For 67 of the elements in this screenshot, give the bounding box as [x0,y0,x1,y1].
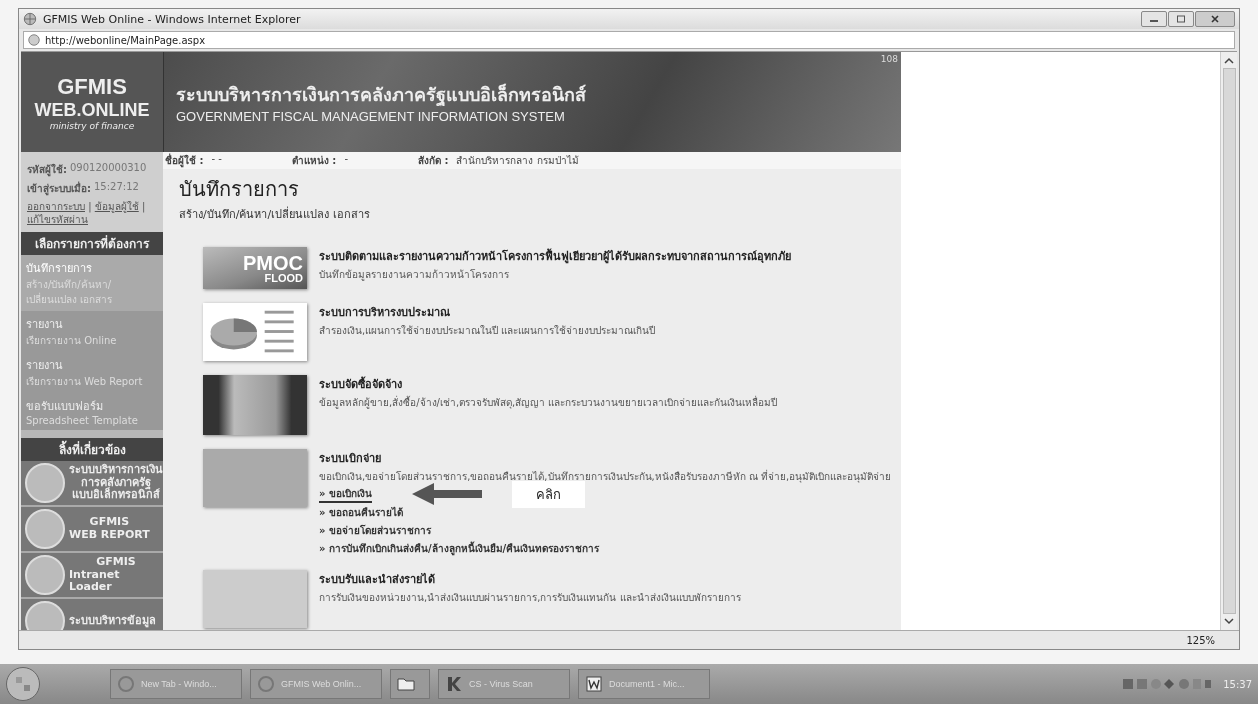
maximize-button[interactable] [1168,11,1194,27]
minimize-button[interactable] [1141,11,1167,27]
vertical-scrollbar[interactable] [1220,52,1237,630]
pmoc-flood-logo[interactable]: PMOC FLOOD [203,247,307,289]
link-separator: | [141,201,146,212]
user-id-label: รหัสผู้ใช้: [27,162,67,177]
module-link[interactable]: » ขอจ่ายโดยส่วนราชการ [319,522,431,538]
module-link[interactable]: » ขอเบิกเงิน [319,485,372,503]
menu-heading: เลือกรายการที่ต้องการ [21,232,163,255]
info-value: สำนักบริหารกลาง กรมป่าไม้ [456,154,579,168]
module-description: ข้อมูลหลักผู้ขาย,สั่งซื้อ/จ้าง/เช่า,ตรวจรับพัสดุ,สัญญา และกระบวนงานขยายเวลาเบิกจ่ายและกันเงินเหลื่อมปี [319,395,778,410]
related-link-banner[interactable]: ระบบบริหารการเงิน การคลังภาครัฐ แบบอิเล็กทรอนิกส์ [21,461,163,507]
pointing-arrow-icon [411,483,482,505]
info-label: ชื่อผู้ใช้ : [165,153,204,168]
window-title: GFMIS Web Online - Windows Internet Explorer [43,12,302,26]
scroll-up-icon[interactable] [1223,56,1235,64]
module-title[interactable]: ระบบการบริหารงบประมาณ [319,303,656,321]
photo-placeholder[interactable] [203,375,307,435]
globe-icon [27,33,41,47]
user-link[interactable]: แก้ไขรหัสผ่าน [27,214,88,225]
module-description: สำรองเงิน,แผนการใช้จ่ายงบประมาณในปี และแผนการใช้จ่ายงบประมาณเกินปี [319,324,656,338]
related-link-banner[interactable]: GFMIS Intranet Loader [21,553,163,599]
k-logo-icon [445,675,463,693]
server-code: 108 [880,54,898,64]
close-icon [1210,14,1220,24]
module-title[interactable]: ระบบจัดซื้อจัดจ้าง [319,375,778,393]
address-bar[interactable]: http://webonline/MainPage.aspx [23,31,1235,49]
related-link-banner[interactable]: ระบบบริหารข้อมูล [21,599,163,630]
login-time-value: 15:27:12 [94,181,139,194]
user-link[interactable]: ข้อมูลผู้ใช้ [94,201,139,212]
info-label: ตำแหน่ง : [291,154,337,168]
related-links-heading: ลิ้งที่เกี่ยวข้อง [21,438,163,461]
scroll-down-icon[interactable] [1223,618,1235,626]
address-text: http://webonline/MainPage.aspx [45,34,206,46]
close-button[interactable] [1195,11,1235,27]
maximize-icon [1176,14,1186,24]
document-icon [585,675,603,693]
start-logo-icon [13,674,33,694]
system-title-english: GOVERNMENT FISCAL MANAGEMENT INFORMATION SYSTEM [176,109,566,124]
page-title: บันทึกรายการ [179,176,300,203]
start-button[interactable] [6,667,40,701]
taskbar-button[interactable] [390,669,430,699]
related-link-banner[interactable]: GFMIS WEB REPORT [21,507,163,553]
annotation-label: คลิก [511,480,585,508]
globe-icon [257,675,275,693]
module-title[interactable]: ระบบรับและนำส่งรายได้ [319,570,741,588]
module-description: การรับเงินของหน่วยงาน,นำส่งเงินแบบผ่านรายการ,การรับเงินแทนกัน และนำส่งเงินแบบพักรายการ [319,591,741,605]
info-value: - - [211,153,222,166]
info-value: - [344,153,348,166]
login-time-label: เข้าสู่ระบบเมื่อ: [27,181,91,196]
globe-icon [117,675,135,693]
folder-icon [397,675,415,693]
gfmis-logo: GFMIS WEB.ONLINE ministry of finance [21,52,164,152]
module-link[interactable]: » ขอถอนคืนรายได้ [319,504,403,520]
page-subtitle: สร้าง/บันทึก/ค้นหา/เปลี่ยนแปลง เอกสาร [179,205,371,223]
link-separator: | [88,201,92,212]
module-title[interactable]: ระบบติดตามและรายงานความก้าวหน้าโครงการฟื้นฟูเยียวยาผู้ได้รับผลกระทบจากสถานการณ์อุทกภัย [319,247,791,265]
user-link[interactable]: ออกจากระบบ [27,201,85,212]
module-title[interactable]: ระบบเบิกจ่าย [319,449,892,467]
tray-icons[interactable] [1123,677,1214,691]
zoom-level[interactable]: 125% [1186,634,1215,646]
module-link[interactable]: » การบันทึกเบิกเกินส่งคืน/ล้างลูกหนี้เงินยืม/คืนเงินทดรองราชการ [319,540,600,556]
globe-icon [23,12,37,26]
module-description: บันทึกข้อมูลรายงานความก้าวหน้าโครงการ [319,268,510,282]
user-id-value: 090120000310 [70,162,147,175]
info-label: สังกัด : [418,154,449,168]
system-title: ระบบบริหารการเงินการคลังภาครัฐแบบอิเล็กทรอนิกส์ [176,82,586,108]
